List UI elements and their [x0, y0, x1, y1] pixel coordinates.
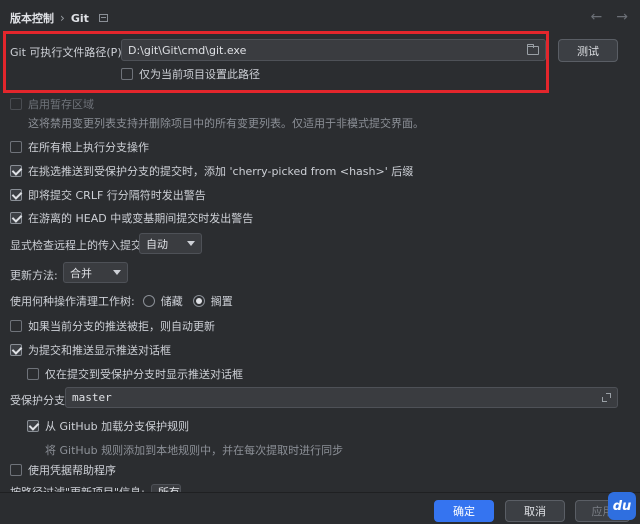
github-rules-row[interactable]: 从 GitHub 加载分支保护规则 [27, 418, 189, 434]
clean-tree-row: 使用何种操作清理工作树: 储藏 搁置 [10, 293, 233, 309]
incoming-label: 显式检查远程上的传入提交: [10, 239, 146, 252]
credential-helper-checkbox[interactable] [10, 464, 22, 476]
back-arrow-icon[interactable]: ← [591, 9, 603, 25]
chevron-down-icon [113, 270, 121, 275]
shelve-label: 搁置 [210, 295, 233, 308]
staging-row[interactable]: 启用暂存区域 [10, 96, 94, 112]
branch-ops-row[interactable]: 在所有根上执行分支操作 [10, 139, 149, 155]
git-path-input[interactable]: D:\git\Git\cmd\git.exe [121, 39, 546, 61]
history-nav: ← → [591, 9, 628, 25]
protected-branches-input[interactable]: master [65, 387, 618, 408]
ok-button[interactable]: 确定 [434, 500, 494, 522]
breadcrumb-separator: › [60, 11, 65, 25]
update-value: 合并 [70, 266, 92, 280]
git-path-label: Git 可执行文件路径(P): [10, 46, 126, 59]
stash-radio[interactable] [142, 295, 155, 307]
update-select[interactable]: 合并 [63, 262, 128, 283]
detached-head-checkbox[interactable] [10, 212, 22, 224]
github-rules-label: 从 GitHub 加载分支保护规则 [45, 420, 190, 433]
branch-ops-checkbox[interactable] [10, 141, 22, 153]
staging-checkbox[interactable] [10, 98, 22, 110]
project-only-checkbox[interactable] [121, 68, 133, 80]
protected-only-row[interactable]: 仅在提交到受保护分支时显示推送对话框 [27, 366, 243, 382]
update-label: 更新方法: [10, 269, 58, 282]
protected-branches-label: 受保护分支: [10, 394, 69, 407]
crlf-row[interactable]: 即将提交 CRLF 行分隔符时发出警告 [10, 187, 206, 203]
chevron-down-icon [187, 241, 195, 246]
detached-head-row[interactable]: 在游离的 HEAD 中或变基期间提交时发出警告 [10, 210, 253, 226]
auto-update-checkbox[interactable] [10, 320, 22, 332]
forward-arrow-icon[interactable]: → [616, 9, 628, 25]
credential-helper-label: 使用凭据帮助程序 [28, 464, 116, 477]
breadcrumb: 版本控制 › Git [10, 10, 108, 26]
watermark-text: du [612, 498, 632, 514]
protected-only-label: 仅在提交到受保护分支时显示推送对话框 [45, 368, 243, 381]
clean-tree-label: 使用何种操作清理工作树: [10, 295, 135, 308]
folder-icon[interactable] [527, 44, 539, 55]
auto-update-label: 如果当前分支的推送被拒，则自动更新 [28, 320, 215, 333]
window-icon [98, 14, 108, 22]
staging-label: 启用暂存区域 [28, 98, 94, 111]
project-only-label: 仅为当前项目设置此路径 [139, 68, 260, 81]
github-rules-checkbox[interactable] [27, 420, 39, 432]
branch-ops-label: 在所有根上执行分支操作 [28, 141, 149, 154]
cherry-pick-row[interactable]: 在挑选推送到受保护分支的提交时，添加 'cherry-picked from <… [10, 163, 413, 179]
ok-button-label: 确定 [453, 505, 475, 518]
breadcrumb-root[interactable]: 版本控制 [10, 10, 54, 26]
page-title: Git [70, 11, 89, 25]
auto-update-row[interactable]: 如果当前分支的推送被拒，则自动更新 [10, 318, 215, 334]
git-path-value: D:\git\Git\cmd\git.exe [128, 43, 247, 57]
push-dialog-label: 为提交和推送显示推送对话框 [28, 344, 171, 357]
stash-label: 储藏 [160, 295, 183, 308]
incoming-value: 自动 [146, 237, 168, 251]
protected-branches-value: master [72, 391, 112, 404]
crlf-checkbox[interactable] [10, 189, 22, 201]
test-button[interactable]: 测试 [558, 39, 618, 62]
shelve-radio[interactable] [192, 295, 205, 307]
detached-head-label: 在游离的 HEAD 中或变基期间提交时发出警告 [28, 212, 254, 225]
cherry-pick-checkbox[interactable] [10, 165, 22, 177]
incoming-select[interactable]: 自动 [139, 233, 202, 254]
expand-icon[interactable] [602, 393, 611, 402]
push-dialog-checkbox[interactable] [10, 344, 22, 356]
protected-only-checkbox[interactable] [27, 368, 39, 380]
crlf-label: 即将提交 CRLF 行分隔符时发出警告 [28, 189, 206, 202]
push-dialog-row[interactable]: 为提交和推送显示推送对话框 [10, 342, 171, 358]
cancel-button-label: 取消 [524, 505, 546, 518]
credential-helper-row[interactable]: 使用凭据帮助程序 [10, 462, 116, 478]
cancel-button[interactable]: 取消 [505, 500, 565, 522]
watermark-logo: du [608, 492, 636, 520]
test-button-label: 测试 [577, 44, 599, 58]
staging-hint: 这将禁用变更列表支持并删除项目中的所有变更列表。仅适用于非模式提交界面。 [28, 117, 424, 130]
github-rules-hint: 将 GitHub 规则添加到本地规则中，并在每次提取时进行同步 [45, 444, 344, 457]
project-only-row[interactable]: 仅为当前项目设置此路径 [121, 66, 260, 82]
cherry-pick-label: 在挑选推送到受保护分支的提交时，添加 'cherry-picked from <… [28, 165, 414, 178]
